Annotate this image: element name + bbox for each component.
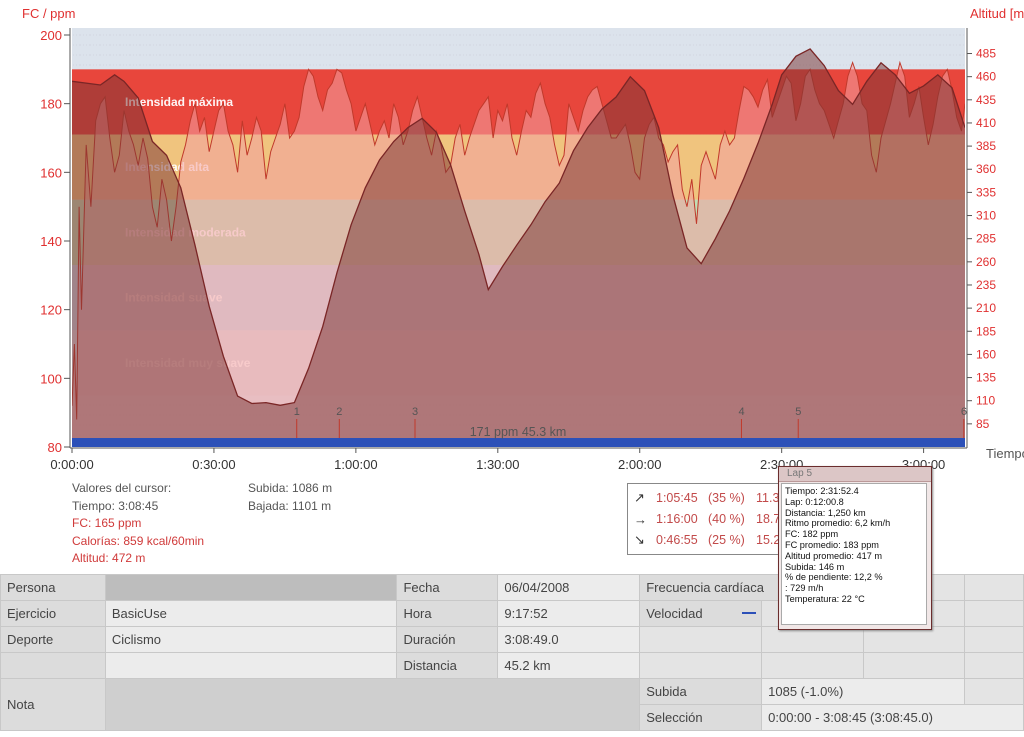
fc-tick-label: 180 <box>40 97 62 112</box>
altitude-tick-label: 385 <box>976 139 996 153</box>
distance-bar <box>72 438 965 447</box>
lap-tooltip-body: Tiempo: 2:31:52.4 Lap: 0:12:00.8 Distancia… <box>781 483 927 625</box>
velocidad-legend-icon <box>742 612 757 614</box>
lap-marker-label: 1 <box>294 406 300 418</box>
distancia-label: Distancia <box>396 652 499 679</box>
cursor-altitude: Altitud: 472 m <box>72 551 146 566</box>
subida-value: 1085 (-1.0%) <box>761 678 965 705</box>
nota-field[interactable] <box>104 678 641 731</box>
lap-tooltip-line: Tiempo: 2:31:52.4 <box>785 486 859 496</box>
fc-tick-label: 140 <box>40 234 62 249</box>
altitude-tick-label: 460 <box>976 70 996 84</box>
fc-axis-ticks: 200 180 160 140 120 100 80 <box>40 28 70 455</box>
slope-stats-box: ↗ 1:05:45 (35 %) 11.3 → 1:16:00 (40 %) 1… <box>627 483 781 555</box>
cursor-values-panel: Valores del cursor: Tiempo: 3:08:45 FC: … <box>72 480 372 572</box>
cursor-calories: Calorías: 859 kcal/60min <box>72 533 205 548</box>
altitude-tick-label: 135 <box>976 371 996 385</box>
uphill-time: 1:05:45 <box>656 491 698 505</box>
altitude-tick-label: 110 <box>976 394 995 408</box>
time-tick-label: 2:00:00 <box>618 457 661 472</box>
altitude-tick-label: 285 <box>976 232 996 246</box>
lap-tooltip-line: % de pendiente: 12,2 % <box>785 572 883 583</box>
altitude-axis-ticks: 485 460 435 410 385 360 335 310 285 260 235 210 185 1… <box>967 47 996 431</box>
flat-time: 1:16:00 <box>656 512 698 526</box>
uphill-row: ↗ 1:05:45 (35 %) 11.3 <box>634 488 786 508</box>
fc-tick-label: 160 <box>40 165 62 180</box>
lap-marker-label: 3 <box>412 406 418 418</box>
downhill-percent: (25 %) <box>708 533 745 547</box>
duracion-value[interactable]: 3:08:49.0 <box>497 626 641 653</box>
altitude-tick-label: 185 <box>976 324 996 338</box>
altitude-tick-label: 435 <box>976 93 996 107</box>
altitude-tick-label: 485 <box>976 47 996 61</box>
fecha-label: Fecha <box>396 574 499 601</box>
time-tick-label: 0:00:00 <box>50 457 93 472</box>
deporte-value[interactable]: Ciclismo <box>104 626 398 653</box>
velocidad-label: Velocidad <box>639 600 763 627</box>
ejercicio-value[interactable]: BasicUse <box>104 600 398 627</box>
lap-marker-label: 5 <box>795 406 801 418</box>
lap-tooltip-line: Temperatura: 22 °C <box>785 593 865 604</box>
downhill-row: ↘ 0:46:55 (25 %) 15.2 <box>634 530 786 550</box>
altitude-tick-label: 360 <box>976 162 996 176</box>
bottom-label: 171 ppm 45.3 km <box>470 425 567 439</box>
lap-tooltip-line: FC: 182 ppm <box>785 529 839 540</box>
training-chart[interactable]: Intensidad máximaIntensidad altaIntensid… <box>0 0 1024 478</box>
altitude-tick-label: 335 <box>976 185 996 199</box>
hora-value[interactable]: 9:17:52 <box>497 600 641 627</box>
lap-tooltip-line: FC promedio: 183 ppm <box>785 539 879 550</box>
uphill-percent: (35 %) <box>708 491 745 505</box>
seleccion-label: Selección <box>639 704 763 731</box>
lap-tooltip-line: : 729 m/h <box>785 583 824 594</box>
fc-tick-label: 200 <box>40 28 62 43</box>
altitude-tick-label: 210 <box>976 301 996 315</box>
distancia-value[interactable]: 45.2 km <box>497 652 641 679</box>
nota-label: Nota <box>0 678 106 731</box>
lap-marker-label: 2 <box>336 406 342 418</box>
flat-arrow-icon: → <box>634 511 647 527</box>
lap-tooltip: Lap 5 Tiempo: 2:31:52.4 Lap: 0:12:00.8 Dis… <box>778 466 932 630</box>
time-axis-title: Tiempo <box>986 446 1024 461</box>
subida-label: Subida <box>639 678 763 705</box>
downhill-time: 0:46:55 <box>656 533 698 547</box>
fc-tick-label: 80 <box>48 440 62 455</box>
altitude-tick-label: 310 <box>976 209 996 223</box>
lap-tooltip-line: Distancia: 1,250 km <box>785 507 866 518</box>
cursor-fc: FC: 165 ppm <box>72 516 142 531</box>
hora-label: Hora <box>396 600 499 627</box>
fc-axis-title: FC / ppm <box>22 6 75 21</box>
velocidad-text: Velocidad <box>646 606 703 621</box>
flat-percent: (40 %) <box>708 512 745 526</box>
seleccion-value: 0:00:00 - 3:08:45 (3:08:45.0) <box>761 704 1024 731</box>
downhill-arrow-icon: ↘ <box>634 532 645 547</box>
time-tick-label: 1:30:00 <box>476 457 519 472</box>
lap-marker-label: 6 <box>961 406 967 418</box>
fecha-value[interactable]: 06/04/2008 <box>497 574 641 601</box>
duracion-label: Duración <box>396 626 499 653</box>
cursor-ascent: Subida: 1086 m <box>248 481 333 495</box>
deporte-label: Deporte <box>0 626 106 653</box>
ejercicio-label: Ejercicio <box>0 600 106 627</box>
lap-marker-label: 4 <box>738 406 744 418</box>
altitude-tick-label: 410 <box>976 116 996 130</box>
altitude-tick-label: 235 <box>976 278 996 292</box>
lap-tooltip-line: Subida: 146 m <box>785 561 845 572</box>
uphill-arrow-icon: ↗ <box>634 490 645 505</box>
altitude-tick-label: 85 <box>976 417 990 431</box>
time-tick-label: 1:00:00 <box>334 457 377 472</box>
altitude-axis-title: Altitud [m] <box>970 6 1024 21</box>
cursor-descent: Bajada: 1101 m <box>248 498 332 513</box>
flat-row: → 1:16:00 (40 %) 18.7 <box>634 509 786 529</box>
fc-tick-label: 100 <box>40 371 62 386</box>
altitude-tick-label: 260 <box>976 255 996 269</box>
lap-tooltip-line: Ritmo promedio: 6,2 km/h <box>785 518 891 529</box>
persona-value[interactable] <box>104 574 398 601</box>
fc-tick-label: 120 <box>40 303 62 318</box>
lap-tooltip-line: Altitud promedio: 417 m <box>785 550 883 561</box>
lap-tooltip-line: Lap: 0:12:00.8 <box>785 496 844 507</box>
lap-tooltip-title: Lap 5 <box>779 467 931 482</box>
time-tick-label: 0:30:00 <box>192 457 235 472</box>
persona-label: Persona <box>0 574 106 601</box>
altitude-tick-label: 160 <box>976 347 996 361</box>
